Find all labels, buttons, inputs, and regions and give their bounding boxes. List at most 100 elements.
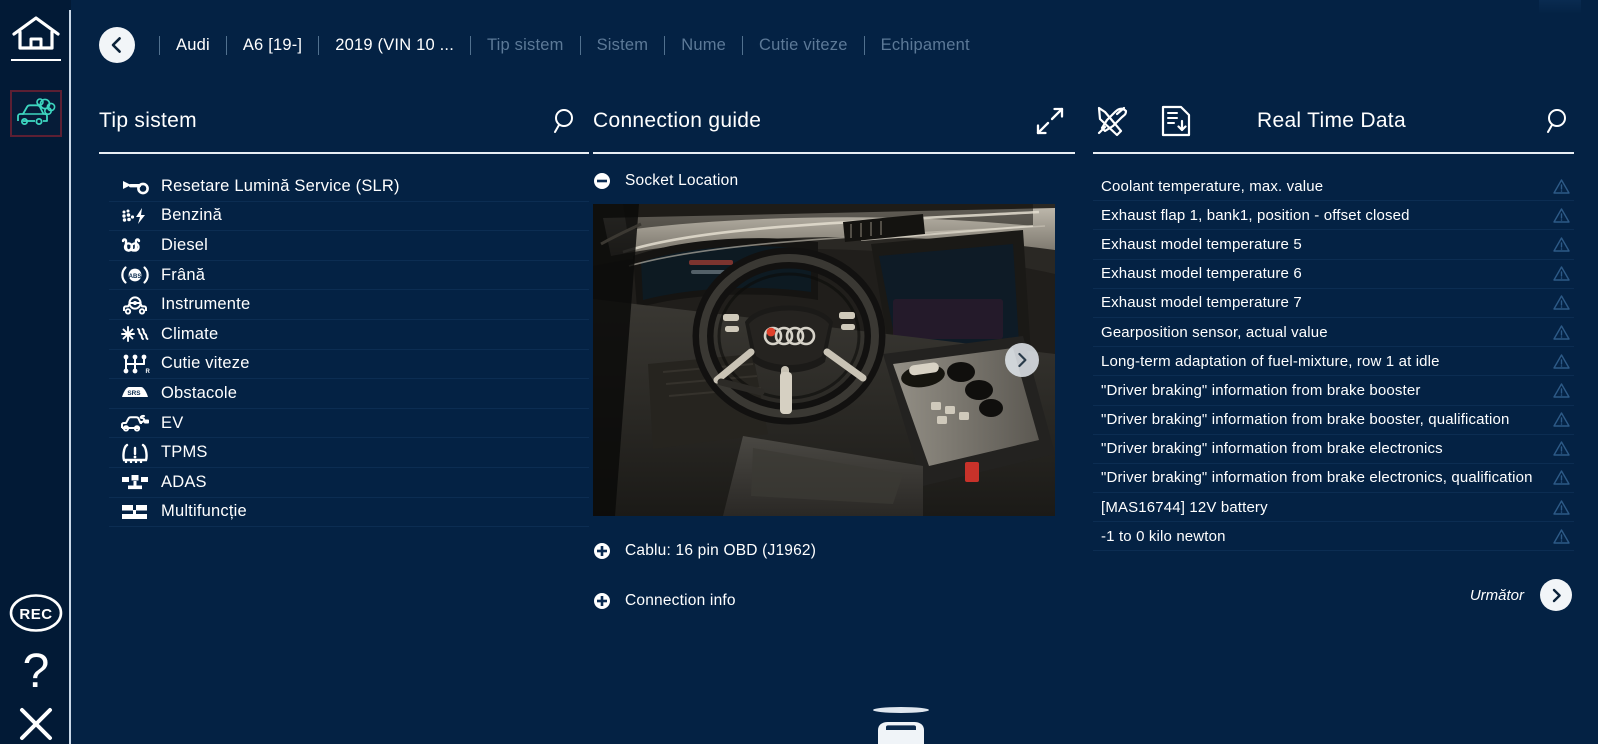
table-row[interactable]: [MAS16744] 12V battery: [1093, 493, 1574, 523]
breadcrumb-item-1[interactable]: A6 [19-]: [225, 35, 318, 55]
abs-brake-icon: ABS: [109, 264, 161, 286]
connection-info-link[interactable]: Connection info: [593, 592, 1075, 610]
carousel-next-button[interactable]: [1005, 343, 1039, 377]
realtime-footer: Următor: [1093, 579, 1574, 612]
list-item-label: EV: [161, 413, 184, 432]
plus-circle-icon: [593, 542, 625, 560]
search-icon[interactable]: [1544, 106, 1574, 136]
table-row[interactable]: "Driver braking" information from brake …: [1093, 406, 1574, 435]
socket-location-toggle[interactable]: Socket Location: [593, 172, 1075, 190]
next-button[interactable]: [1540, 579, 1572, 612]
chevron-right-icon: [1013, 351, 1031, 369]
list-item-label: Benzină: [161, 206, 223, 225]
next-label: Următor: [1469, 586, 1524, 604]
table-row-label: Exhaust model temperature 5: [1101, 235, 1302, 253]
panels-container: Tip sistem Resetare Lumină Service (SLR)…: [71, 90, 1598, 744]
back-button[interactable]: [99, 27, 135, 63]
system-panel-header: Tip sistem: [99, 90, 589, 152]
table-row[interactable]: -1 to 0 kilo newton: [1093, 522, 1574, 552]
list-item[interactable]: Resetare Lumină Service (SLR): [109, 172, 589, 202]
realtime-panel-rule: [1093, 152, 1574, 154]
system-panel-title: Tip sistem: [99, 109, 197, 132]
breadcrumb-item-5[interactable]: Nume: [664, 35, 742, 55]
breadcrumb-item-3[interactable]: Tip sistem: [469, 35, 580, 55]
list-item-label: Instrumente: [161, 295, 251, 314]
list-item-label: Resetare Lumină Service (SLR): [161, 176, 400, 195]
record-button[interactable]: REC: [0, 592, 71, 634]
tools-icon[interactable]: [1093, 103, 1131, 139]
close-icon: [14, 702, 58, 744]
list-item[interactable]: TPMS: [109, 438, 589, 468]
table-row-label: -1 to 0 kilo newton: [1101, 527, 1226, 545]
warning-triangle-icon: [1548, 499, 1574, 515]
realtime-panel-header: Real Time Data: [1093, 90, 1574, 152]
breadcrumb: Audi A6 [19-] 2019 (VIN 10 ... Tip siste…: [71, 0, 1598, 90]
warning-triangle-icon: [1548, 470, 1574, 486]
vehicle-exhaust-icon: [15, 97, 57, 131]
left-rail: REC ?: [0, 0, 71, 744]
gearbox-icon: R: [109, 353, 161, 375]
warning-triangle-icon: [1548, 208, 1574, 223]
rec-icon: REC: [8, 592, 64, 634]
home-button[interactable]: [0, 14, 71, 61]
tire-pressure-icon: [109, 442, 161, 464]
vehicle-emissions-button[interactable]: [0, 90, 71, 137]
climate-icon: [109, 324, 161, 344]
breadcrumb-item-4[interactable]: Sistem: [579, 35, 665, 55]
table-row[interactable]: Exhaust flap 1, bank1, position - offset…: [1093, 201, 1574, 231]
table-row-label: "Driver braking" information from brake …: [1101, 381, 1421, 399]
srs-airbag-icon: SRS: [109, 383, 161, 403]
list-item[interactable]: ABS Frână: [109, 261, 589, 291]
breadcrumb-item-0[interactable]: Audi: [159, 35, 226, 55]
help-button[interactable]: ?: [0, 645, 71, 697]
bottom-car-indicator[interactable]: [866, 698, 936, 744]
table-row[interactable]: Exhaust model temperature 5: [1093, 230, 1574, 260]
breadcrumb-item-6[interactable]: Cutie viteze: [742, 35, 864, 55]
table-row[interactable]: "Driver braking" information from brake …: [1093, 464, 1574, 494]
list-item[interactable]: Diesel: [109, 231, 589, 261]
table-row[interactable]: Coolant temperature, max. value: [1093, 172, 1574, 202]
connection-guide-panel: Connection guide Socket Location Cablu: …: [593, 90, 1075, 744]
table-row[interactable]: "Driver braking" information from brake …: [1093, 376, 1574, 406]
cable-link-label: Cablu: 16 pin OBD (J1962): [625, 542, 817, 559]
cable-link[interactable]: Cablu: 16 pin OBD (J1962): [593, 542, 1075, 560]
home-icon: [10, 14, 62, 54]
save-report-icon[interactable]: [1159, 104, 1193, 138]
question-mark-icon: ?: [16, 645, 56, 697]
realtime-data-list: Coolant temperature, max. value Exhaust …: [1093, 172, 1574, 552]
breadcrumb-item-2[interactable]: 2019 (VIN 10 ...: [318, 35, 470, 55]
warning-triangle-icon: [1548, 354, 1574, 369]
table-row[interactable]: Exhaust model temperature 7: [1093, 289, 1574, 318]
search-icon[interactable]: [551, 106, 581, 136]
minus-circle-icon: [593, 172, 625, 190]
table-row[interactable]: Gearposition sensor, actual value: [1093, 318, 1574, 348]
table-row[interactable]: Exhaust model temperature 6: [1093, 260, 1574, 289]
list-item[interactable]: Benzină: [109, 202, 589, 232]
list-item[interactable]: ADAS: [109, 468, 589, 498]
warning-triangle-icon: [1548, 237, 1574, 252]
electric-vehicle-icon: [109, 413, 161, 433]
petrol-engine-icon: [109, 206, 161, 226]
table-row[interactable]: "Driver braking" information from brake …: [1093, 435, 1574, 464]
breadcrumb-item-7[interactable]: Echipament: [863, 35, 986, 55]
list-item[interactable]: Multifuncție: [109, 498, 589, 528]
svg-text:ABS: ABS: [129, 274, 142, 280]
list-item[interactable]: Instrumente: [109, 290, 589, 320]
list-item[interactable]: Climate: [109, 320, 589, 350]
connection-panel-header: Connection guide: [593, 90, 1075, 152]
system-list: Resetare Lumină Service (SLR) Benzină Di…: [99, 172, 589, 528]
list-item[interactable]: EV: [109, 409, 589, 439]
list-item-label: Cutie viteze: [161, 354, 250, 373]
table-row-label: Gearposition sensor, actual value: [1101, 323, 1328, 341]
system-panel-rule: [99, 152, 589, 154]
list-item-label: Frână: [161, 265, 206, 284]
connection-info-label: Connection info: [625, 592, 736, 609]
list-item[interactable]: R Cutie viteze: [109, 350, 589, 380]
table-row-label: Long-term adaptation of fuel-mixture, ro…: [1101, 352, 1440, 370]
table-row[interactable]: Long-term adaptation of fuel-mixture, ro…: [1093, 347, 1574, 377]
system-type-panel: Tip sistem Resetare Lumină Service (SLR)…: [99, 90, 589, 744]
close-button[interactable]: [0, 702, 71, 744]
table-row-label: Exhaust flap 1, bank1, position - offset…: [1101, 206, 1410, 224]
expand-arrows-icon[interactable]: [1035, 106, 1065, 136]
list-item[interactable]: SRS Obstacole: [109, 379, 589, 409]
